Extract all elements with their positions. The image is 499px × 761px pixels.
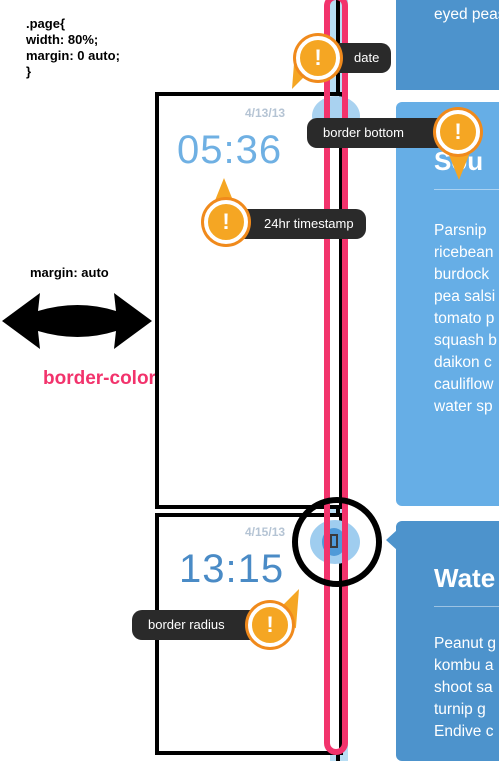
timeline-highlight bbox=[324, 0, 348, 755]
card-bottom-divider bbox=[434, 606, 499, 607]
card-line: turnip g bbox=[434, 701, 486, 718]
card-line: squash b bbox=[434, 332, 497, 349]
card-top-text: eyed peas bbox=[434, 6, 499, 23]
card-line: kombu a bbox=[434, 657, 494, 674]
timestamp-panel-1: 4/13/13 05:36 bbox=[155, 92, 343, 509]
css-code-note: .page{ width: 80%; margin: 0 auto; } bbox=[26, 16, 120, 79]
entry-time: 13:15 bbox=[179, 547, 285, 591]
margin-label: margin: auto bbox=[30, 265, 109, 280]
card-line: Peanut g bbox=[434, 635, 497, 652]
card-bottom-title: Wate bbox=[434, 563, 496, 593]
card-middle-divider bbox=[434, 189, 499, 190]
callout-label: date bbox=[354, 50, 380, 65]
card-line: water sp bbox=[434, 398, 493, 415]
warning-icon bbox=[204, 200, 248, 244]
badge-tail bbox=[447, 150, 471, 180]
card-middle-body: Parsnip ricebean burdock pea salsi tomat… bbox=[434, 220, 499, 418]
entry-date: 4/13/13 bbox=[245, 106, 286, 120]
card-bottom: Wate Peanut g kombu a shoot sa turnip g … bbox=[396, 521, 499, 761]
card-line: Endive c bbox=[434, 723, 494, 740]
double-arrow-icon bbox=[2, 293, 152, 349]
card-line: ricebean bbox=[434, 244, 494, 261]
card-line: cauliflow bbox=[434, 376, 494, 393]
entry-date: 4/15/13 bbox=[245, 525, 286, 539]
warning-icon bbox=[436, 110, 480, 154]
card-line: tomato p bbox=[434, 310, 495, 327]
circle-highlight bbox=[292, 497, 382, 587]
card-top: eyed peas bbox=[396, 0, 499, 90]
timestamp-callout: 24hr timestamp bbox=[230, 209, 366, 239]
card-line: Parsnip bbox=[434, 222, 487, 239]
card-line: shoot sa bbox=[434, 679, 493, 696]
callout-label: border radius bbox=[148, 617, 225, 632]
callout-label: 24hr timestamp bbox=[264, 216, 354, 231]
card-line: burdock bbox=[434, 266, 490, 283]
warning-icon bbox=[248, 603, 292, 647]
card-line: pea salsi bbox=[434, 288, 496, 305]
card-line: daikon c bbox=[434, 354, 492, 371]
card-bottom-body: Peanut g kombu a shoot sa turnip g Endiv… bbox=[434, 633, 499, 743]
entry-time: 05:36 bbox=[177, 128, 283, 172]
warning-icon bbox=[296, 36, 340, 80]
callout-label: border bottom bbox=[323, 125, 404, 140]
